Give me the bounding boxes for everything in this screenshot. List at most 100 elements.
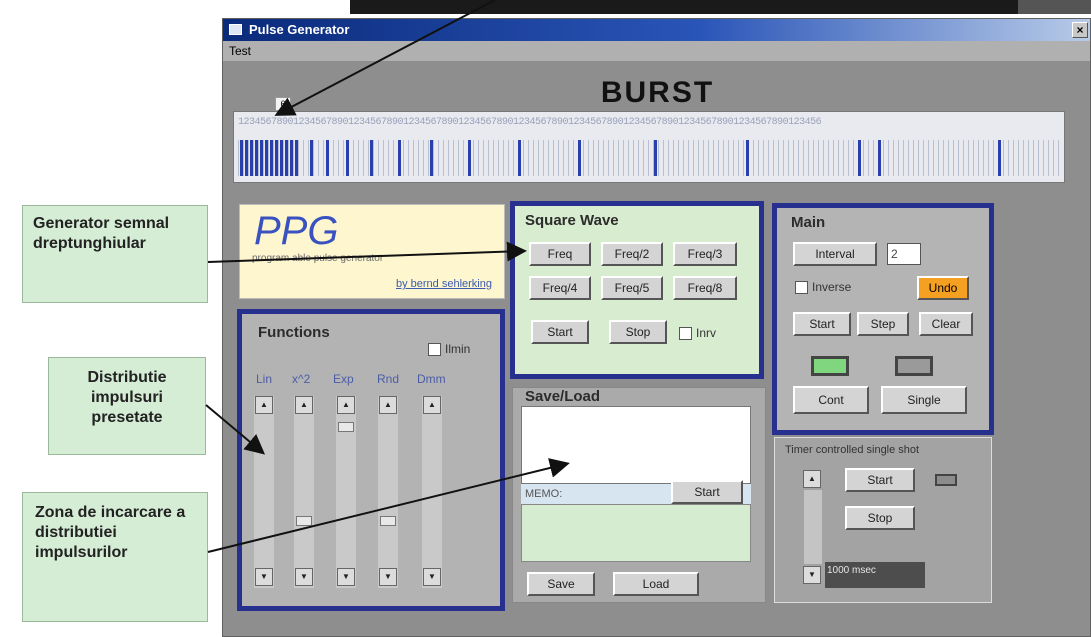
pulse-bar [270, 140, 273, 176]
slider-exp[interactable]: ▲ ▼ [336, 396, 356, 588]
slider-down-icon[interactable]: ▼ [379, 568, 397, 586]
menu-bar: Test [223, 41, 1090, 61]
freq-4-button[interactable]: Freq/4 [529, 276, 591, 300]
menu-item-test[interactable]: Test [229, 44, 251, 58]
pulse-bar [878, 140, 881, 176]
pulse-bar [326, 140, 329, 176]
undo-button[interactable]: Undo [917, 276, 969, 300]
timer-title: Timer controlled single shot [785, 444, 920, 456]
square-wave-title: Square Wave [525, 212, 619, 229]
memo-area[interactable] [521, 504, 751, 562]
slider-down-icon[interactable]: ▼ [295, 568, 313, 586]
freq-button[interactable]: Freq [529, 242, 591, 266]
pulse-bar [285, 140, 288, 176]
background-window-strip-right [1018, 0, 1091, 14]
annotation-preset-distribution: Distributie impulsuri presetate [48, 357, 206, 455]
interval-button[interactable]: Interval [793, 242, 877, 266]
square-wave-stop-button[interactable]: Stop [609, 320, 667, 344]
slider-thumb[interactable] [296, 516, 312, 526]
timer-down-icon[interactable]: ▼ [803, 566, 821, 584]
app-icon [229, 24, 242, 35]
step-button[interactable]: Step [857, 312, 909, 336]
ppg-logo: PPG [254, 209, 339, 253]
burst-title: BURST [600, 76, 715, 109]
checkbox-icon[interactable] [428, 343, 441, 357]
save-button[interactable]: Save [527, 572, 595, 596]
functions-panel: Functions Ilmin Lin x^2 Exp Rnd Dmm ▲ ▼ … [237, 309, 505, 611]
pulse-bar [518, 140, 521, 176]
timer-up-icon[interactable]: ▲ [803, 470, 821, 488]
function-label-lin: Lin [256, 372, 273, 386]
checkbox-icon[interactable] [795, 281, 808, 295]
slider-up-icon[interactable]: ▲ [379, 396, 397, 414]
pulse-bar [245, 140, 248, 176]
checkbox-icon[interactable] [679, 327, 692, 341]
pulse-bar [255, 140, 258, 176]
square-wave-checkbox[interactable]: Inrv [679, 326, 717, 341]
timer-slider-track[interactable] [804, 490, 822, 564]
pulse-bar [310, 140, 313, 176]
pulse-bar [295, 140, 298, 176]
slider-thumb[interactable] [380, 516, 396, 526]
load-button[interactable]: Load [613, 572, 699, 596]
pulse-bar [746, 140, 749, 176]
timer-start-button[interactable]: Start [845, 468, 915, 492]
title-bar[interactable]: Pulse Generator × [223, 19, 1090, 41]
pulse-digit-ruler: 1234567890123456789012345678901234567890… [238, 117, 822, 128]
functions-checkbox[interactable]: Ilmin [428, 342, 471, 357]
pulse-bar [346, 140, 349, 176]
save-load-start-button[interactable]: Start [671, 480, 743, 504]
main-start-button[interactable]: Start [793, 312, 851, 336]
inverse-label: Inverse [812, 280, 852, 294]
square-wave-checkbox-label: Inrv [696, 326, 717, 340]
save-load-panel: Save/Load MEMO: Start Save Load [512, 387, 766, 603]
pulse-generator-window: Pulse Generator × Test BURST 6 123456789… [222, 18, 1091, 637]
slider-up-icon[interactable]: ▲ [255, 396, 273, 414]
ppg-subtitle: program able pulse generator [252, 253, 384, 264]
slider-down-icon[interactable]: ▼ [255, 568, 273, 586]
pulse-bar [265, 140, 268, 176]
freq-3-button[interactable]: Freq/3 [673, 242, 737, 266]
pulse-track [238, 140, 1060, 176]
pulse-bar [370, 140, 373, 176]
function-label-dmm: Dmm [417, 372, 446, 386]
slider-rnd[interactable]: ▲ ▼ [378, 396, 398, 588]
functions-checkbox-label: Ilmin [445, 342, 471, 356]
slider-up-icon[interactable]: ▲ [295, 396, 313, 414]
clear-button[interactable]: Clear [919, 312, 973, 336]
slider-down-icon[interactable]: ▼ [423, 568, 441, 586]
slider-x2[interactable]: ▲ ▼ [294, 396, 314, 588]
pulse-bar [578, 140, 581, 176]
timer-indicator-led [935, 474, 957, 486]
slider-dmm[interactable]: ▲ ▼ [422, 396, 442, 588]
pulse-bar [998, 140, 1001, 176]
square-wave-start-button[interactable]: Start [531, 320, 589, 344]
ppg-author-link[interactable]: by bernd sehlerking [396, 278, 492, 290]
pulse-cursor-marker[interactable]: 6 [275, 97, 291, 111]
freq-2-button[interactable]: Freq/2 [601, 242, 663, 266]
pulse-bar [240, 140, 243, 176]
pulse-bar [290, 140, 293, 176]
slider-up-icon[interactable]: ▲ [337, 396, 355, 414]
pulse-bar [430, 140, 433, 176]
background-window-strip [350, 0, 1020, 14]
single-button[interactable]: Single [881, 386, 967, 414]
slider-up-icon[interactable]: ▲ [423, 396, 441, 414]
slider-lin[interactable]: ▲ ▼ [254, 396, 274, 588]
pulse-display[interactable]: 1234567890123456789012345678901234567890… [233, 111, 1065, 183]
timer-stop-button[interactable]: Stop [845, 506, 915, 530]
pulse-bar [275, 140, 278, 176]
freq-5-button[interactable]: Freq/5 [601, 276, 663, 300]
timer-panel: Timer controlled single shot ▲ ▼ Start S… [774, 437, 992, 603]
function-label-exp: Exp [333, 372, 354, 386]
inverse-checkbox[interactable]: Inverse [795, 280, 852, 295]
interval-field[interactable]: 2 [887, 243, 921, 265]
function-label-x2: x^2 [292, 372, 311, 386]
slider-down-icon[interactable]: ▼ [337, 568, 355, 586]
close-icon[interactable]: × [1072, 22, 1088, 38]
cont-button[interactable]: Cont [793, 386, 869, 414]
slider-thumb[interactable] [338, 422, 354, 432]
save-load-list[interactable] [521, 406, 751, 484]
window-title: Pulse Generator [249, 22, 350, 37]
freq-8-button[interactable]: Freq/8 [673, 276, 737, 300]
